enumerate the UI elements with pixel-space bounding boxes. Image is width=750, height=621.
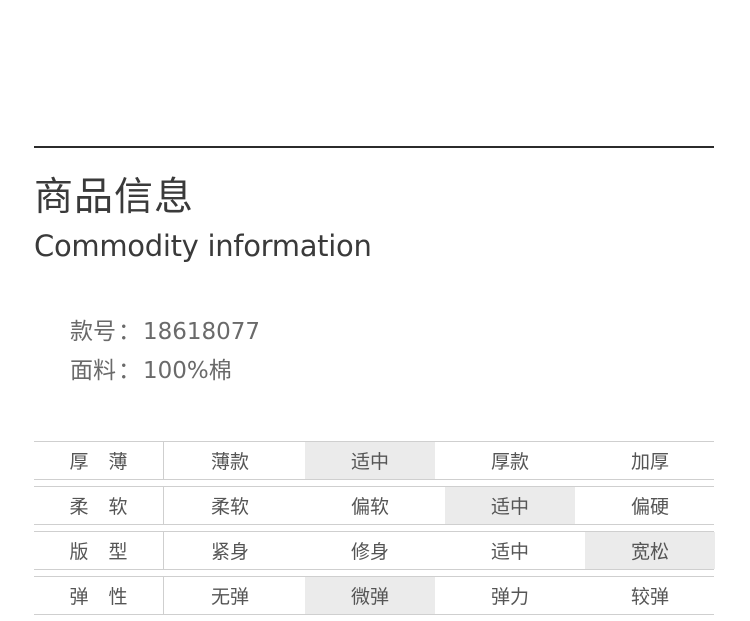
attribute-row-softness: 柔软 柔软 偏软 适中 偏硬 — [34, 486, 714, 525]
attribute-option: 适中 — [305, 442, 435, 479]
attribute-option: 薄款 — [210, 451, 249, 473]
style-number-separator: ： — [118, 319, 141, 345]
attribute-label: 版型 — [34, 532, 164, 569]
fabric-value: 100%棉 — [143, 358, 232, 384]
attribute-option: 无弹 — [210, 586, 249, 608]
header-rule — [34, 146, 714, 148]
attribute-option: 柔软 — [210, 496, 249, 518]
fabric-separator: ： — [118, 358, 141, 384]
attribute-row-elasticity: 弹性 无弹 微弹 弹力 较弹 — [34, 576, 714, 615]
style-number-value: 18618077 — [143, 319, 261, 345]
attribute-option: 紧身 — [210, 541, 249, 563]
attribute-label: 柔软 — [34, 487, 164, 524]
attribute-option: 厚款 — [490, 451, 529, 473]
fabric-label: 面料 — [70, 358, 116, 384]
attribute-option: 适中 — [490, 541, 529, 563]
style-number-line: 款号：18618077 — [70, 315, 260, 349]
fabric-line: 面料：100%棉 — [70, 354, 232, 388]
attribute-option: 偏硬 — [630, 496, 669, 518]
attribute-option: 修身 — [350, 541, 389, 563]
attribute-table: 厚薄 薄款 适中 厚款 加厚 柔软 柔软 偏软 适中 偏硬 版型 紧身 修身 适… — [34, 441, 715, 621]
style-number-label: 款号 — [70, 319, 116, 345]
attribute-option: 适中 — [445, 487, 575, 524]
attribute-option: 加厚 — [630, 451, 669, 473]
section-title-zh: 商品信息 — [34, 175, 195, 220]
attribute-row-thickness: 厚薄 薄款 适中 厚款 加厚 — [34, 441, 714, 480]
attribute-label: 厚薄 — [34, 442, 164, 479]
attribute-row-fit: 版型 紧身 修身 适中 宽松 — [34, 531, 715, 570]
attribute-option: 较弹 — [630, 586, 669, 608]
attribute-label: 弹性 — [34, 577, 164, 614]
attribute-option: 偏软 — [350, 496, 389, 518]
section-title-en: Commodity information — [34, 229, 372, 263]
attribute-option: 微弹 — [305, 577, 435, 614]
attribute-option: 弹力 — [490, 586, 529, 608]
attribute-option: 宽松 — [585, 532, 715, 569]
